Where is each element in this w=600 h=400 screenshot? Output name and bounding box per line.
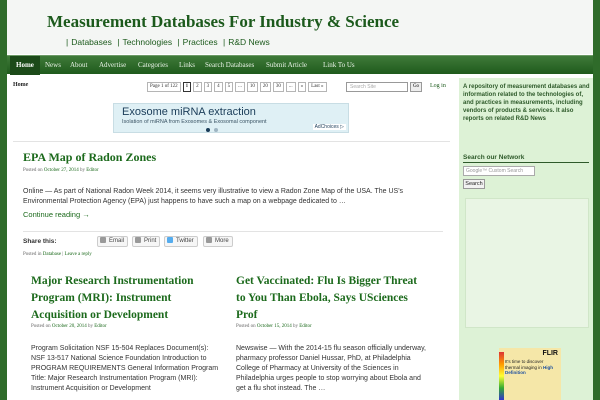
site-header: Measurement Databases For Industry & Sci… (7, 0, 593, 54)
page-link[interactable]: 3 (203, 82, 213, 92)
meta-by: by (79, 168, 85, 173)
post-date-link[interactable]: October 20, 2014 (52, 324, 87, 329)
breadcrumb[interactable]: Home (13, 82, 28, 88)
flir-ad-line: It's time to discover thermal imaging in (505, 359, 544, 370)
divider (23, 231, 443, 232)
post-author-link[interactable]: Editor (299, 324, 312, 329)
post-meta: Posted on October 15, 2014 by Editor (236, 324, 312, 329)
google-search-input[interactable]: Google™ Custom Search (463, 166, 535, 176)
post-date-link[interactable]: October 27, 2014 (44, 168, 79, 173)
nav-about[interactable]: About (70, 56, 88, 75)
pagination: Page 1 of 122 1 2 3 4 5 ... 10 20 30 ...… (147, 82, 327, 92)
leave-reply-link[interactable]: Leave a reply (65, 252, 92, 257)
nav-search-databases[interactable]: Search Databases (205, 56, 254, 75)
post-author-link[interactable]: Editor (94, 324, 107, 329)
page-ellipsis: ... (285, 82, 296, 92)
site-search-button[interactable]: Go (410, 82, 422, 92)
continue-reading-link[interactable]: Continue reading → (23, 210, 90, 219)
login-link[interactable]: Log in (430, 83, 446, 89)
site-search-input[interactable]: Search Site (346, 82, 408, 92)
top-nav: | Databases | Technologies | Practices | R&D… (66, 37, 270, 47)
post-meta: Posted on October 27, 2014 by Editor (23, 168, 99, 173)
ad-title[interactable]: Exosome miRNA extraction (122, 106, 256, 118)
post-excerpt: Online — As part of National Radon Week … (23, 188, 404, 205)
post-excerpt: Program Solicitation NSF 15-504 Replaces… (31, 345, 219, 392)
flir-logo: FLIR (542, 350, 558, 357)
post-meta: Posted on October 20, 2014 by Editor (31, 324, 107, 329)
page: Measurement Databases For Industry & Sci… (7, 0, 593, 400)
meta-prefix: Posted on (23, 168, 43, 173)
meta-prefix: Posted on (31, 324, 51, 329)
page-link[interactable]: 2 (193, 82, 202, 92)
meta-by: by (87, 324, 93, 329)
post-title[interactable]: Get Vaccinated: Flu Is Bigger Threat to … (236, 273, 426, 324)
network-search-heading: Search our Network (463, 154, 525, 161)
site-description: A repository of measurement databases an… (463, 84, 590, 122)
ad-subtitle: Isolation of miRNA from Exosomes & Exoso… (122, 119, 267, 125)
page-ellipsis: ... (235, 82, 245, 92)
share-label: Share this: (23, 238, 57, 245)
page-count-label: Page 1 of 122 (147, 82, 181, 92)
topnav-practices[interactable]: Practices (183, 37, 218, 47)
page-link[interactable]: 10 (246, 82, 258, 92)
nav-advertise[interactable]: Advertise (99, 56, 126, 75)
meta-by: by (292, 324, 298, 329)
page-link[interactable]: 20 (259, 82, 271, 92)
footer-prefix: Posted in (23, 252, 42, 257)
main-nav: Home News About Advertise Categories Lin… (7, 55, 593, 75)
sidebar: A repository of measurement databases an… (459, 78, 593, 400)
post-title[interactable]: EPA Map of Radon Zones (23, 150, 156, 165)
share-print-label: Print (144, 238, 157, 244)
post-author-link[interactable]: Editor (86, 168, 99, 173)
sidebar-divider (463, 162, 589, 163)
topnav-technologies[interactable]: Technologies (122, 37, 172, 47)
more-icon (206, 237, 212, 243)
nav-news[interactable]: News (45, 56, 61, 75)
network-search-button[interactable]: Search (463, 179, 485, 189)
nav-links[interactable]: Links (179, 56, 195, 75)
page-last[interactable]: Last » (308, 82, 327, 92)
email-icon (100, 237, 106, 243)
carousel-dot-active-icon[interactable] (206, 128, 210, 132)
topnav-databases[interactable]: Databases (71, 37, 112, 47)
nav-link-to-us[interactable]: Link To Us (323, 56, 355, 75)
site-title[interactable]: Measurement Databases For Industry & Sci… (47, 12, 399, 32)
nav-categories[interactable]: Categories (138, 56, 168, 75)
share-email-label: Email (109, 238, 125, 244)
post-date-link[interactable]: October 15, 2014 (257, 324, 292, 329)
adchoices-label[interactable]: AdChoices ▷ (312, 124, 346, 130)
nav-submit-article[interactable]: Submit Article (266, 56, 307, 75)
flir-ad[interactable]: FLIR It's time to discover thermal imagi… (499, 348, 561, 400)
sidebar-ad-slot (465, 198, 589, 328)
meta-prefix: Posted on (236, 324, 256, 329)
category-link[interactable]: Database (43, 252, 61, 257)
carousel-dot-icon[interactable] (214, 128, 218, 132)
share-email-button[interactable]: Email (97, 236, 129, 247)
share-more-button[interactable]: More (203, 236, 233, 247)
share-more-label: More (215, 238, 229, 244)
share-print-button[interactable]: Print (132, 236, 161, 247)
post-title[interactable]: Major Research Instrumentation Program (… (31, 273, 221, 324)
page-next[interactable]: » (297, 82, 307, 92)
thermal-strip-icon (499, 352, 504, 400)
page-link[interactable]: 5 (224, 82, 234, 92)
topnav-rd-news[interactable]: R&D News (228, 37, 270, 47)
post-excerpt: Newswise — With the 2014-15 flu season o… (236, 345, 426, 392)
share-twitter-button[interactable]: Twitter (164, 236, 198, 247)
footer-separator: | (62, 252, 64, 257)
post-footer: Posted in Database | Leave a reply (23, 252, 92, 257)
print-icon (135, 237, 141, 243)
ad-banner[interactable]: Exosome miRNA extraction Isolation of mi… (113, 103, 349, 133)
flir-ad-text: It's time to discover thermal imaging in… (505, 359, 557, 376)
twitter-icon (167, 237, 173, 243)
page-link[interactable]: 4 (214, 82, 223, 92)
nav-home[interactable]: Home (10, 56, 40, 75)
page-link[interactable]: 30 (272, 82, 284, 92)
page-link-current[interactable]: 1 (182, 82, 192, 92)
share-twitter-label: Twitter (176, 238, 194, 244)
divider (13, 141, 450, 142)
